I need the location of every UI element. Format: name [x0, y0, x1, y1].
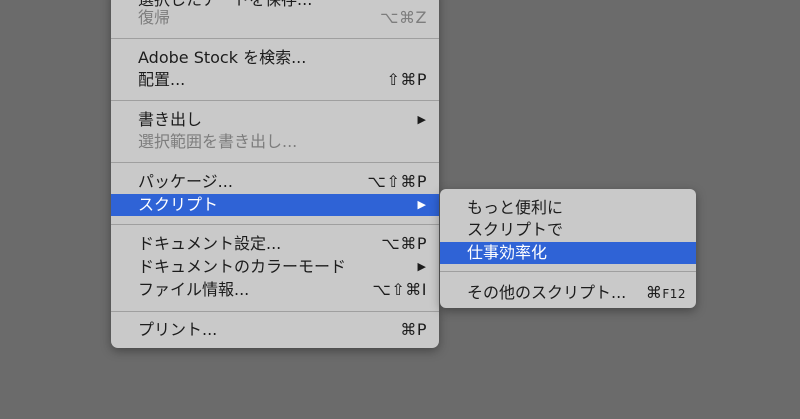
shortcut-key: F12	[662, 287, 686, 301]
submenu-arrow-icon: ▶	[417, 113, 426, 126]
menu-item-label: ドキュメントのカラーモード	[138, 257, 347, 276]
shortcut-revert: ⌥⌘Z	[380, 8, 427, 27]
menu-item-scripts[interactable]: スクリプト ▶	[111, 194, 439, 216]
menu-item-label: Adobe Stock を検索...	[138, 48, 307, 67]
menu-item-label: パッケージ...	[138, 172, 233, 191]
separator	[111, 100, 439, 101]
menu-item-search-adobe-stock[interactable]: Adobe Stock を検索...	[111, 47, 439, 69]
menu-item-revert[interactable]: 復帰 ⌥⌘Z	[111, 7, 439, 29]
submenu-item-label: スクリプトで	[467, 220, 564, 239]
menu-item-export-selection[interactable]: 選択範囲を書き出し...	[111, 131, 439, 153]
submenu-item-script-1[interactable]: もっと便利に	[440, 197, 696, 219]
menu-item-label: 復帰	[138, 8, 171, 27]
menu-item-label: ドキュメント設定...	[138, 234, 282, 253]
submenu-arrow-icon: ▶	[417, 198, 426, 211]
menu-item-file-info[interactable]: ファイル情報... ⌥⇧⌘I	[111, 279, 439, 301]
shortcut-place: ⇧⌘P	[386, 70, 427, 89]
shortcut-file-info: ⌥⇧⌘I	[372, 280, 427, 299]
menu-item-document-setup[interactable]: ドキュメント設定... ⌥⌘P	[111, 233, 439, 255]
submenu-item-other-scripts[interactable]: その他のスクリプト... ⌘F12	[440, 282, 696, 304]
menu-item-place[interactable]: 配置... ⇧⌘P	[111, 69, 439, 91]
submenu-item-label: 仕事効率化	[467, 243, 548, 262]
menu-item-label: 配置...	[138, 70, 186, 89]
menu-item-label: ファイル情報...	[138, 280, 250, 299]
menu-item-export[interactable]: 書き出し ▶	[111, 109, 439, 131]
menu-item-label: プリント...	[138, 320, 218, 339]
shortcut-other-scripts: ⌘F12	[646, 282, 686, 305]
scripts-submenu: もっと便利に スクリプトで 仕事効率化 その他のスクリプト... ⌘F12	[440, 189, 696, 308]
submenu-item-script-2[interactable]: スクリプトで	[440, 219, 696, 241]
menu-item-label: スクリプト	[138, 195, 219, 214]
separator	[111, 224, 439, 225]
shortcut-print: ⌘P	[400, 320, 427, 339]
menu-item-package[interactable]: パッケージ... ⌥⇧⌘P	[111, 171, 439, 193]
submenu-item-label: もっと便利に	[467, 198, 564, 217]
submenu-item-script-3[interactable]: 仕事効率化	[440, 242, 696, 264]
menu-item-print[interactable]: プリント... ⌘P	[111, 319, 439, 341]
file-menu: 選択したアートを保存... 復帰 ⌥⌘Z Adobe Stock を検索... …	[111, 0, 439, 348]
menu-item-document-color-mode[interactable]: ドキュメントのカラーモード ▶	[111, 256, 439, 278]
separator	[111, 38, 439, 39]
submenu-item-label: その他のスクリプト...	[467, 283, 627, 302]
shortcut-document-setup: ⌥⌘P	[381, 234, 427, 253]
command-key-icon: ⌘	[645, 283, 663, 302]
separator	[111, 162, 439, 163]
separator	[440, 271, 696, 272]
menu-item-label: 選択範囲を書き出し...	[138, 132, 298, 151]
menu-item-label: 書き出し	[138, 110, 203, 129]
submenu-arrow-icon: ▶	[417, 260, 426, 273]
shortcut-package: ⌥⇧⌘P	[367, 172, 427, 191]
separator	[111, 311, 439, 312]
